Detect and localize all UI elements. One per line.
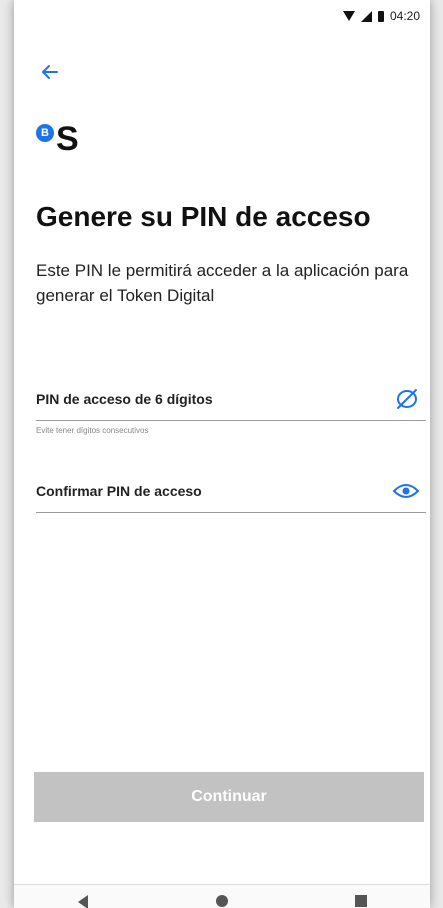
nav-back-button[interactable] xyxy=(63,885,103,908)
signal-icon xyxy=(360,10,372,22)
eye-off-icon xyxy=(397,389,417,409)
eye-icon xyxy=(392,484,420,498)
phone-screen: 04:20 B S Genere su PIN de acceso Este P… xyxy=(14,0,430,908)
toggle-pin-visibility-button[interactable] xyxy=(394,388,426,410)
nav-recent-button[interactable] xyxy=(341,885,381,908)
pin-helper-text: Evite tener dígitos consecutivos xyxy=(36,426,149,435)
toggle-confirm-visibility-button[interactable] xyxy=(392,481,426,501)
wifi-icon xyxy=(342,11,355,21)
arrow-left-icon xyxy=(42,65,58,79)
pin-field[interactable]: PIN de acceso de 6 dígitos xyxy=(36,378,426,421)
system-nav-bar xyxy=(14,884,430,908)
back-button[interactable] xyxy=(36,58,64,86)
logo-badge: B xyxy=(36,124,54,142)
pin-field-label: PIN de acceso de 6 dígitos xyxy=(36,391,213,407)
nav-recent-icon xyxy=(354,895,367,907)
confirm-pin-field[interactable]: Confirmar PIN de acceso xyxy=(36,470,426,513)
nav-home-icon xyxy=(215,895,228,907)
battery-icon xyxy=(377,10,384,22)
continue-button[interactable]: Continuar xyxy=(34,772,424,822)
status-time: 04:20 xyxy=(389,9,420,23)
status-bar: 04:20 xyxy=(14,0,430,32)
page-subtitle: Este PIN le permitirá acceder a la aplic… xyxy=(36,261,409,305)
nav-home-button[interactable] xyxy=(202,885,242,908)
app-logo: B S xyxy=(36,120,79,160)
logo-letter: S xyxy=(56,120,79,158)
confirm-pin-label: Confirmar PIN de acceso xyxy=(36,483,202,499)
nav-back-icon xyxy=(78,895,89,908)
page-title: Genere su PIN de acceso xyxy=(36,201,371,232)
